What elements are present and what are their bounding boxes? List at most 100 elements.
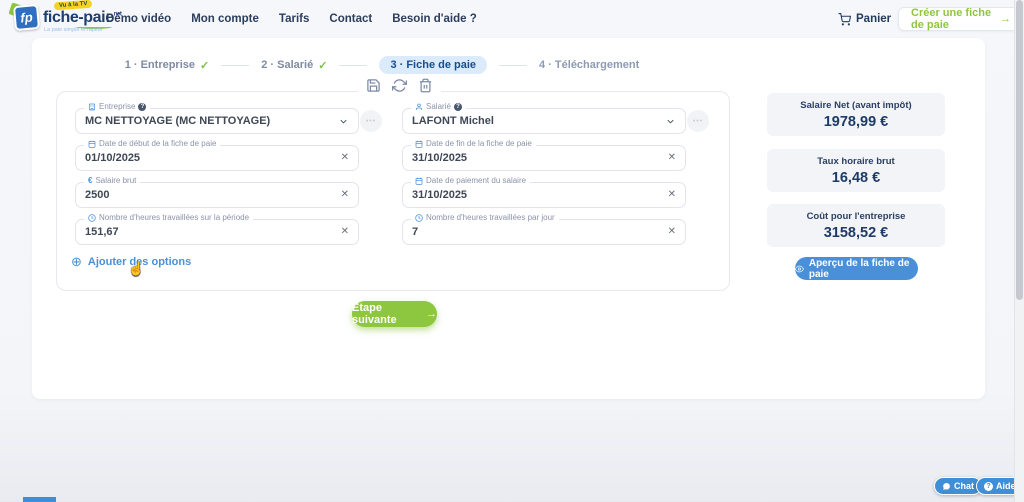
delete-button[interactable] bbox=[418, 78, 433, 93]
label-text: Date de paiement du salaire bbox=[426, 177, 526, 185]
create-payslip-label: Créer une fiche de paie bbox=[911, 7, 994, 31]
progress-stepper: 1 · Entreprise ✓ 2 · Salarié ✓ 3 · Fiche d… bbox=[32, 56, 732, 74]
heures-periode-value: 151,67 bbox=[85, 226, 119, 238]
stat-label: Salaire Net (avant impôt) bbox=[800, 100, 911, 111]
scrollbar-track[interactable] bbox=[1014, 0, 1024, 502]
menu-item-mon-compte[interactable]: Mon compte bbox=[191, 13, 259, 25]
step-label: 2 · Salarié bbox=[261, 59, 313, 71]
payslip-form: Entreprise ? MC NETTOYAGE (MC NETTOYAGE)… bbox=[56, 91, 730, 291]
date-fin-value: 31/10/2025 bbox=[412, 152, 467, 164]
stat-value: 1978,99 € bbox=[824, 114, 889, 130]
question-icon: ? bbox=[984, 482, 993, 491]
preview-label: Aperçu de la fiche de paie bbox=[809, 258, 918, 280]
step-salarie[interactable]: 2 · Salarié ✓ bbox=[261, 59, 327, 72]
entreprise-more-button[interactable]: ••• bbox=[360, 110, 382, 132]
cookie-banner-edge bbox=[23, 497, 56, 502]
clear-icon[interactable]: ✕ bbox=[668, 190, 676, 200]
date-fin-label: Date de fin de la fiche de paie bbox=[411, 140, 536, 148]
next-step-label: Étape suivante bbox=[352, 302, 421, 326]
step-label: 1 · Entreprise bbox=[125, 59, 195, 71]
date-debut-value: 01/10/2025 bbox=[85, 152, 140, 164]
top-navbar: fp fiche-paienet Vu à la TV La paie simp… bbox=[0, 0, 1024, 38]
clear-icon[interactable]: ✕ bbox=[341, 190, 349, 200]
step-label: 4 · Téléchargement bbox=[539, 59, 639, 71]
form-toolbar bbox=[358, 78, 441, 93]
step-telechargement[interactable]: 4 · Téléchargement bbox=[539, 59, 639, 71]
entreprise-select[interactable]: Entreprise ? MC NETTOYAGE (MC NETTOYAGE) bbox=[75, 108, 359, 134]
step-separator bbox=[499, 65, 527, 66]
check-icon: ✓ bbox=[200, 59, 209, 72]
chat-bubble-icon bbox=[942, 482, 951, 491]
date-debut-label: Date de début de la fiche de paie bbox=[84, 140, 220, 148]
salarie-label: Salarié ? bbox=[411, 103, 466, 111]
arrow-right-icon: → bbox=[426, 308, 437, 320]
save-button[interactable] bbox=[366, 78, 381, 93]
stat-value: 3158,52 € bbox=[824, 225, 889, 241]
salarie-value: LAFONT Michel bbox=[412, 115, 494, 127]
heures-jour-label: Nombre d'heures travaillées par jour bbox=[411, 214, 559, 222]
cart-label: Panier bbox=[856, 13, 891, 25]
label-text: Nombre d'heures travaillées par jour bbox=[426, 214, 555, 222]
logo-tagline: La paie simple et rapide bbox=[44, 27, 102, 33]
chat-button[interactable]: Chat bbox=[934, 477, 982, 495]
next-step-button[interactable]: Étape suivante → bbox=[352, 301, 437, 327]
refresh-icon bbox=[392, 78, 407, 93]
date-paiement-label: Date de paiement du salaire bbox=[411, 177, 530, 185]
step-label: 3 · Fiche de paie bbox=[390, 59, 476, 71]
label-text: Salarié bbox=[426, 103, 451, 111]
preview-payslip-button[interactable]: Aperçu de la fiche de paie bbox=[795, 257, 918, 280]
stat-cout-entreprise: Coût pour l'entreprise 3158,52 € bbox=[767, 204, 945, 247]
stat-label: Taux horaire brut bbox=[817, 156, 894, 167]
clear-icon[interactable]: ✕ bbox=[668, 153, 676, 163]
salaire-brut-label: € Salaire brut bbox=[84, 177, 140, 185]
salaire-brut-value: 2500 bbox=[85, 189, 109, 201]
chevron-down-icon[interactable] bbox=[338, 116, 349, 127]
menu-item-contact[interactable]: Contact bbox=[329, 13, 372, 25]
date-fin-input[interactable]: Date de fin de la fiche de paie 31/10/20… bbox=[402, 145, 686, 171]
salarie-select[interactable]: Salarié ? LAFONT Michel bbox=[402, 108, 686, 134]
refresh-button[interactable] bbox=[392, 78, 407, 93]
arrow-right-icon: → bbox=[1000, 13, 1011, 25]
check-icon: ✓ bbox=[318, 59, 327, 72]
entreprise-label: Entreprise ? bbox=[84, 103, 150, 111]
logo-text: fiche-paie bbox=[43, 9, 114, 26]
label-text: Entreprise bbox=[99, 103, 135, 111]
step-fiche-de-paie[interactable]: 3 · Fiche de paie bbox=[379, 56, 487, 74]
main-menu: Démo vidéo Mon compte Tarifs Contact Bes… bbox=[106, 0, 477, 38]
label-text: Date de fin de la fiche de paie bbox=[426, 140, 532, 148]
scrollbar-thumb[interactable] bbox=[1016, 0, 1023, 300]
date-paiement-value: 31/10/2025 bbox=[412, 189, 467, 201]
menu-item-demo-video[interactable]: Démo vidéo bbox=[106, 13, 171, 25]
save-icon bbox=[366, 78, 381, 93]
label-text: Salaire brut bbox=[95, 177, 136, 185]
step-entreprise[interactable]: 1 · Entreprise ✓ bbox=[125, 59, 210, 72]
create-payslip-button[interactable]: Créer une fiche de paie → bbox=[898, 7, 1024, 31]
cart-icon bbox=[838, 13, 851, 26]
clear-icon[interactable]: ✕ bbox=[341, 227, 349, 237]
heures-periode-label: Nombre d'heures travaillées sur la pério… bbox=[84, 214, 253, 222]
menu-item-tarifs[interactable]: Tarifs bbox=[279, 13, 309, 25]
salaire-brut-input[interactable]: € Salaire brut 2500 ✕ bbox=[75, 182, 359, 208]
stat-salaire-net: Salaire Net (avant impôt) 1978,99 € bbox=[767, 93, 945, 136]
salarie-more-button[interactable]: ••• bbox=[687, 110, 709, 132]
cart-button[interactable]: Panier bbox=[838, 0, 891, 38]
calendar-icon bbox=[415, 140, 423, 148]
heures-periode-input[interactable]: Nombre d'heures travaillées sur la pério… bbox=[75, 219, 359, 245]
eye-icon bbox=[795, 264, 804, 274]
step-separator bbox=[221, 65, 249, 66]
logo-fp-icon: fp bbox=[13, 4, 40, 31]
info-icon[interactable]: ? bbox=[138, 103, 146, 111]
clear-icon[interactable]: ✕ bbox=[341, 153, 349, 163]
heures-jour-input[interactable]: Nombre d'heures travaillées par jour 7 ✕ bbox=[402, 219, 686, 245]
calendar-icon bbox=[88, 140, 96, 148]
payslip-editor-card: 1 · Entreprise ✓ 2 · Salarié ✓ 3 · Fiche d… bbox=[32, 38, 985, 399]
heures-jour-value: 7 bbox=[412, 226, 418, 238]
date-paiement-input[interactable]: Date de paiement du salaire 31/10/2025 ✕ bbox=[402, 182, 686, 208]
chevron-down-icon[interactable] bbox=[665, 116, 676, 127]
date-debut-input[interactable]: Date de début de la fiche de paie 01/10/… bbox=[75, 145, 359, 171]
chat-label: Chat bbox=[954, 481, 974, 491]
menu-item-besoin-aide[interactable]: Besoin d'aide ? bbox=[392, 13, 477, 25]
clear-icon[interactable]: ✕ bbox=[668, 227, 676, 237]
info-icon[interactable]: ? bbox=[454, 103, 462, 111]
stat-label: Coût pour l'entreprise bbox=[807, 211, 906, 222]
